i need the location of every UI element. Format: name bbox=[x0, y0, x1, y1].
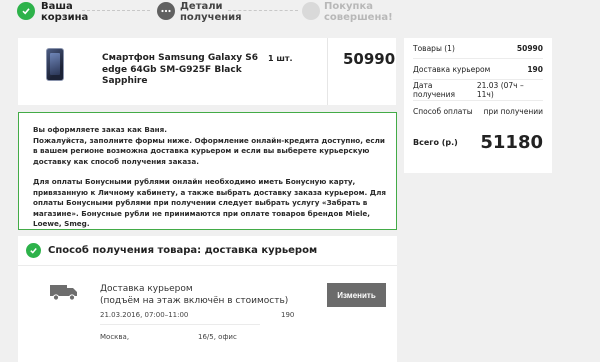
product-image[interactable] bbox=[46, 48, 64, 81]
delivery-section: Способ получения товара: доставка курьер… bbox=[18, 236, 397, 362]
total-label: Всего (р.) bbox=[413, 138, 458, 147]
summary-value: 50990 bbox=[516, 43, 543, 53]
notice-bonus: Для оплаты Бонусными рублями онлайн необ… bbox=[33, 177, 387, 228]
notice-credit: Пожалуйста, заполните формы ниже. Оформл… bbox=[33, 135, 385, 166]
divider bbox=[327, 38, 328, 105]
delivery-date: 21.03.2016, 07:00–11:00 bbox=[100, 311, 189, 319]
step-details: Детали получения bbox=[180, 1, 242, 23]
step-complete-line1: Покупка bbox=[324, 1, 373, 12]
summary-row-items: Товары (1) 50990 bbox=[413, 38, 543, 59]
cart-item: Смартфон Samsung Galaxy S6 edge 64Gb SM-… bbox=[18, 38, 396, 105]
step-details-line2: получения bbox=[180, 12, 242, 23]
delivery-method: Доставка курьером (подъём на этаж включё… bbox=[100, 283, 288, 307]
delivery-cost: 190 bbox=[281, 311, 295, 319]
step-cart-line2: корзина bbox=[41, 12, 89, 23]
delivery-city: Москва, bbox=[100, 333, 130, 341]
step-connector bbox=[82, 10, 150, 11]
summary-total: Всего (р.) 51180 bbox=[413, 122, 543, 153]
step-cart-line1: Ваша bbox=[41, 1, 73, 12]
order-summary: Товары (1) 50990 Доставка курьером 190 Д… bbox=[404, 38, 552, 173]
step-details-line1: Детали bbox=[180, 1, 223, 12]
delivery-header: Способ получения товара: доставка курьер… bbox=[18, 236, 397, 266]
divider bbox=[100, 324, 260, 325]
summary-label: Дата получения bbox=[413, 81, 456, 99]
change-button[interactable]: Изменить bbox=[327, 283, 386, 307]
summary-label: Доставка курьером bbox=[413, 64, 491, 74]
truck-icon bbox=[50, 283, 78, 305]
summary-value: при получении bbox=[483, 107, 543, 116]
total-value: 51180 bbox=[480, 132, 543, 153]
check-icon bbox=[26, 243, 41, 258]
summary-row-delivery: Доставка курьером 190 bbox=[413, 59, 543, 80]
product-quantity: 1 шт. bbox=[268, 54, 293, 63]
summary-row-date: Дата получения 21.03 (07ч – 11ч) bbox=[413, 80, 543, 101]
summary-value: 21.03 (07ч – 11ч) bbox=[476, 81, 524, 99]
delivery-method-name: Доставка курьером bbox=[100, 284, 193, 294]
product-price: 50990 bbox=[343, 50, 396, 68]
summary-value: 190 bbox=[527, 64, 543, 74]
delivery-address: 16/5, офис bbox=[198, 333, 237, 341]
check-icon bbox=[17, 2, 35, 20]
step-complete: Покупка совершена! bbox=[324, 1, 393, 23]
checkout-progress: Ваша корзина Детали получения Покупка со… bbox=[0, 0, 600, 30]
product-name[interactable]: Смартфон Samsung Galaxy S6 edge 64Gb SM-… bbox=[102, 53, 262, 88]
summary-row-payment: Способ оплаты при получении bbox=[413, 101, 543, 122]
step-cart[interactable]: Ваша корзина bbox=[41, 1, 88, 23]
info-notice: Вы оформляете заказ как Ваня. Пожалуйста… bbox=[18, 112, 397, 230]
notice-greeting: Вы оформляете заказ как Ваня. bbox=[33, 125, 167, 134]
summary-label: Способ оплаты bbox=[413, 107, 473, 116]
pending-step-icon bbox=[302, 2, 320, 20]
delivery-title: Способ получения товара: доставка курьер… bbox=[48, 245, 318, 256]
delivery-method-note: (подъём на этаж включён в стоимость) bbox=[100, 296, 289, 306]
summary-label: Товары (1) bbox=[413, 43, 455, 53]
step-complete-line2: совершена! bbox=[324, 12, 393, 23]
ellipsis-icon bbox=[157, 2, 175, 20]
